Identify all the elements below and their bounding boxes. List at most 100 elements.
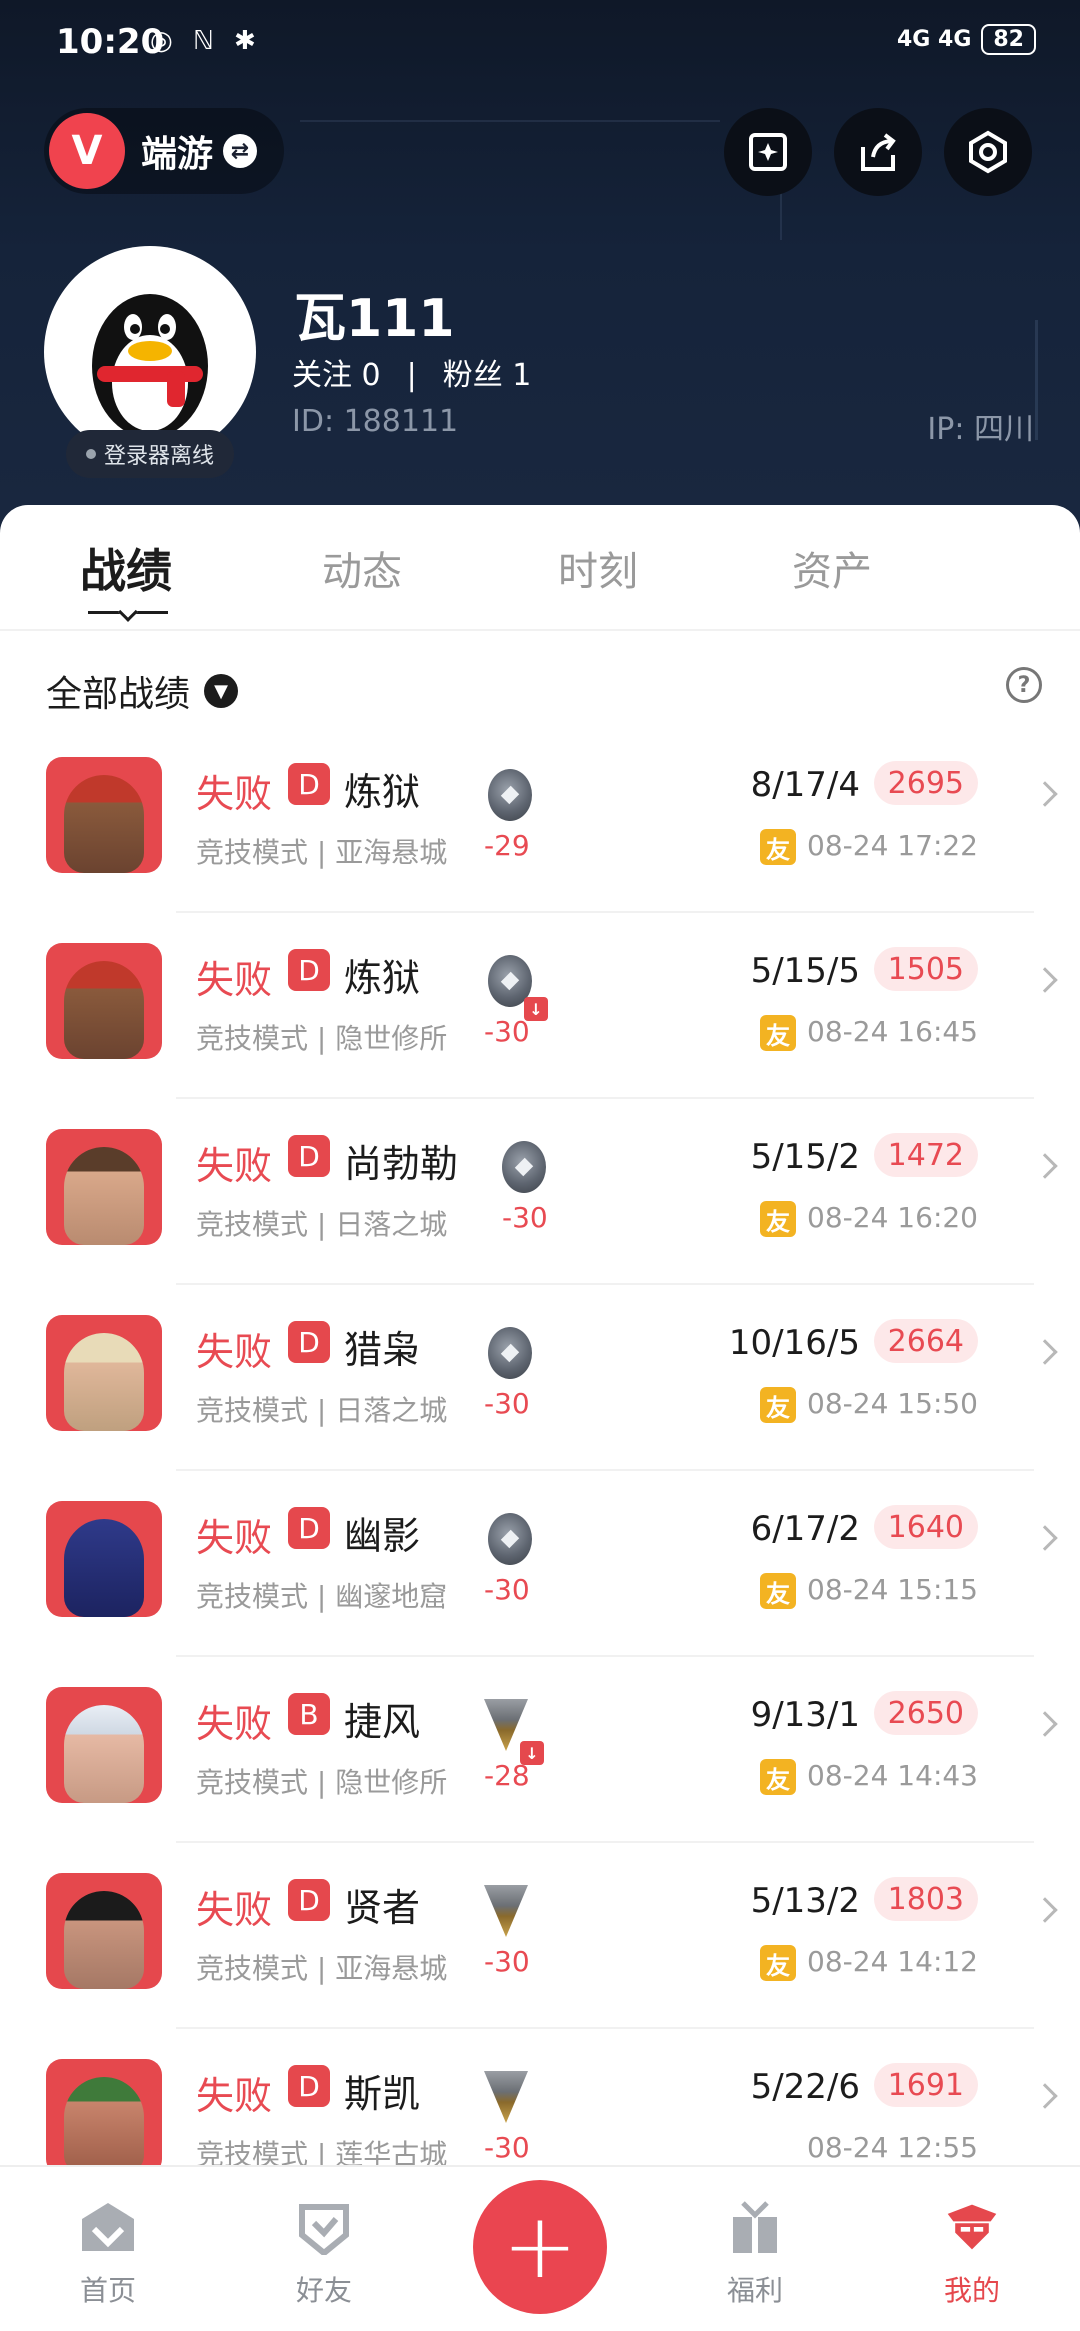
mode-map: 竞技模式 | 日落之城	[196, 1208, 448, 1241]
follow-stats: 关注 0 | 粉丝 1	[292, 350, 531, 394]
kda: 8/17/4	[750, 765, 860, 805]
match-time: 08-24 16:20	[807, 1201, 978, 1234]
chevron-right-icon	[1032, 1711, 1058, 1737]
friend-badge-icon: 友	[760, 1015, 796, 1051]
match-grade-badge: D	[288, 1135, 330, 1177]
tab-records[interactable]: 战绩	[80, 535, 172, 601]
match-result: 失败	[196, 958, 273, 1002]
chevron-right-icon	[1032, 2083, 1058, 2109]
friend-badge-icon: 友	[760, 1759, 796, 1795]
nav-home-label: 首页	[79, 2274, 136, 2307]
nav-profile[interactable]: 我的	[902, 2167, 1042, 2331]
records-filter-dropdown[interactable]: 全部战绩 ▼	[46, 665, 239, 717]
agent-name: 炼狱	[344, 770, 421, 814]
penguin-avatar-icon	[92, 294, 208, 439]
user-id: ID: 188111	[292, 404, 459, 439]
agent-portrait	[46, 2059, 162, 2175]
mode-map: 竞技模式 | 亚海悬城	[196, 836, 448, 869]
mode-map: 竞技模式 | 幽邃地窟	[196, 1580, 448, 1613]
match-row[interactable]: 失败 D 炼狱 竞技模式 | 隐世修所 ↓ -30 5/15/5 1505 友 …	[0, 915, 1080, 1099]
settings-button[interactable]	[944, 108, 1032, 196]
chevron-right-icon	[1032, 967, 1058, 993]
kda: 6/17/2	[750, 1509, 860, 1549]
nav-friends[interactable]: 好友	[254, 2167, 394, 2331]
create-post-button[interactable]: +	[473, 2180, 607, 2314]
rank-delta: -30	[484, 1945, 530, 1978]
match-row[interactable]: 失败 D 炼狱 竞技模式 | 亚海悬城 -29 8/17/4 2695 友 08…	[0, 729, 1080, 913]
profile-icon	[944, 2199, 1000, 2255]
match-time: 08-24 15:50	[807, 1387, 978, 1420]
mode-map: 竞技模式 | 亚海悬城	[196, 1952, 448, 1985]
score-badge: 2664	[873, 1319, 978, 1363]
friends-icon	[296, 2199, 352, 2255]
filter-label: 全部战绩	[46, 674, 191, 715]
rank-delta: -29	[484, 829, 530, 862]
match-grade-badge: D	[288, 763, 330, 805]
match-row[interactable]: 失败 B 捷风 竞技模式 | 隐世修所 ↓ -28 9/13/1 2650 友 …	[0, 1659, 1080, 1843]
help-icon[interactable]: ?	[1006, 667, 1042, 703]
following-count[interactable]: 关注 0	[292, 358, 381, 393]
mode-map: 竞技模式 | 隐世修所	[196, 1766, 448, 1799]
rank-iron-icon	[488, 1513, 532, 1565]
share-icon	[861, 133, 896, 171]
status-time: 10:20	[56, 22, 165, 62]
match-result: 失败	[196, 1144, 273, 1188]
match-row[interactable]: 失败 D 猎枭 竞技模式 | 日落之城 -30 10/16/5 2664 友 0…	[0, 1287, 1080, 1471]
rank-bronze-icon	[484, 1885, 528, 1937]
valorant-logo-icon: V	[49, 113, 125, 189]
rank-delta: -30	[484, 1387, 530, 1420]
nav-profile-label: 我的	[943, 2274, 1000, 2307]
rank-bronze-icon	[484, 2071, 528, 2123]
rank-iron-icon	[488, 769, 532, 821]
battery-icon: 82	[981, 24, 1036, 55]
friend-badge-icon: 友	[760, 1201, 796, 1237]
agent-name: 贤者	[344, 1886, 421, 1930]
match-row[interactable]: 失败 D 贤者 竞技模式 | 亚海悬城 -30 5/13/2 1803 友 08…	[0, 1845, 1080, 2029]
tab-moments[interactable]: 时刻	[558, 539, 638, 597]
agent-portrait	[46, 757, 162, 873]
offline-dot-icon	[85, 449, 96, 459]
status-bar: 10:20 ◎ ℕ ✱ 4G 4G 82	[0, 0, 1080, 90]
nav-benefits[interactable]: 福利	[685, 2167, 825, 2331]
username: 瓦111	[294, 289, 455, 349]
fans-count[interactable]: 粉丝 1	[443, 358, 532, 393]
score-badge: 1472	[873, 1133, 978, 1177]
rank-delta: -30	[484, 1015, 530, 1048]
signal-icon: 4G 4G	[896, 27, 972, 52]
chevron-right-icon	[1032, 1339, 1058, 1365]
friend-badge-icon: 友	[760, 829, 796, 865]
match-time: 08-24 17:22	[807, 829, 978, 862]
profile-header: 10:20 ◎ ℕ ✱ 4G 4G 82 V 端游 ⇄ 登录器离线 瓦111 关…	[0, 0, 1080, 560]
match-time: 08-24 15:15	[807, 1573, 978, 1606]
agent-name: 猎枭	[344, 1328, 421, 1372]
agent-name: 尚勃勒	[344, 1142, 459, 1186]
nav-home[interactable]: 首页	[38, 2167, 178, 2331]
match-row[interactable]: 失败 D 幽影 竞技模式 | 幽邃地窟 -30 6/17/2 1640 友 08…	[0, 1473, 1080, 1657]
avatar[interactable]	[44, 246, 256, 458]
match-grade-badge: D	[288, 1879, 330, 1921]
edit-card-button[interactable]	[724, 108, 812, 196]
tab-assets[interactable]: 资产	[792, 539, 872, 597]
match-result: 失败	[196, 1516, 273, 1560]
agent-name: 幽影	[344, 1514, 421, 1558]
match-grade-badge: D	[288, 1321, 330, 1363]
ip-location: IP: 四川	[927, 412, 1034, 447]
kda: 5/15/2	[750, 1137, 860, 1177]
stats-separator: |	[406, 358, 417, 393]
friend-badge-icon: 友	[760, 1945, 796, 1981]
rank-delta: -30	[484, 2131, 530, 2164]
match-row[interactable]: 失败 D 尚勃勒 竞技模式 | 日落之城 -30 5/15/2 1472 友 0…	[0, 1101, 1080, 1285]
match-grade-badge: D	[288, 949, 330, 991]
game-switcher[interactable]: V 端游 ⇄	[44, 108, 284, 194]
friend-badge-icon: 友	[760, 1387, 796, 1423]
agent-portrait	[46, 1129, 162, 1245]
chevron-right-icon	[1032, 1153, 1058, 1179]
rank-iron-icon	[502, 1141, 546, 1193]
card-sparkle-icon	[749, 133, 787, 171]
nav-friends-label: 好友	[295, 2274, 352, 2307]
tab-feed[interactable]: 动态	[322, 539, 402, 597]
share-button[interactable]	[834, 108, 922, 196]
match-result: 失败	[196, 2074, 273, 2118]
rank-iron-icon	[488, 1327, 532, 1379]
hexagon-settings-icon	[969, 130, 1007, 174]
